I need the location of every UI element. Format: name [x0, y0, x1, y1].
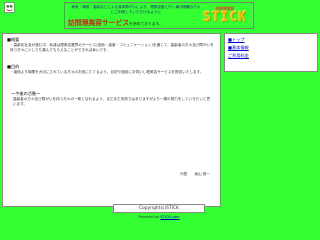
section-future-heading: 〜今後の活動〜 — [11, 91, 41, 96]
section-future-text: 高齢者の方々及び障がいを持つ方々の一助となれるよう、まだまだ未熟ではありますがよ… — [13, 97, 211, 106]
site-icon — [4, 2, 15, 13]
section-purpose-heading: ■目的 — [7, 64, 20, 69]
powered-by: Powered by STICK.com — [113, 215, 205, 220]
sidebar-item-pricing[interactable]: ご利用料金 — [228, 53, 317, 58]
powered-by-link[interactable]: STICK.com — [160, 215, 179, 219]
site-icon-graphic — [6, 4, 13, 11]
copyright-bar: Copyright(c)STICK — [113, 204, 205, 213]
powered-by-label: Powered by — [138, 215, 160, 219]
header-tagline: 病気・事故・高齢などによる身体障がいにより、理美容室に行く事が困難な方々にご利用… — [71, 5, 201, 14]
logo-title: STICK — [203, 10, 248, 25]
section-overview-heading: ■概要 — [7, 37, 20, 42]
representative-signature: 代表 坂山 貴一 — [180, 172, 210, 176]
brand-name: 訪問理美容サービス — [68, 19, 130, 27]
main-content-panel: ■概要 ・高齢化社会が進む中、私達は理美容業界のサービス(技術・接客・コミュニケ… — [2, 33, 221, 207]
stick-logo[interactable]: 訪問理美容 STICK — [203, 6, 247, 26]
sidebar-nav: ■トップ ■基本情報 ご利用料金 — [224, 33, 318, 72]
brand-suffix: を始めております。 — [129, 21, 163, 26]
section-purpose-text: ・普段より時間を大切にされている方々のお役にたてるよう、自宅や施設にお伺いし理美… — [10, 70, 204, 74]
header-banner: 病気・事故・高齢などによる身体障がいにより、理美容室に行く事が困難な方々にご利用… — [64, 2, 254, 29]
section-overview-text: ・高齢化社会が進む中、私達は理美容業界のサービス(技術・接客・コミュニケーション… — [10, 43, 214, 52]
